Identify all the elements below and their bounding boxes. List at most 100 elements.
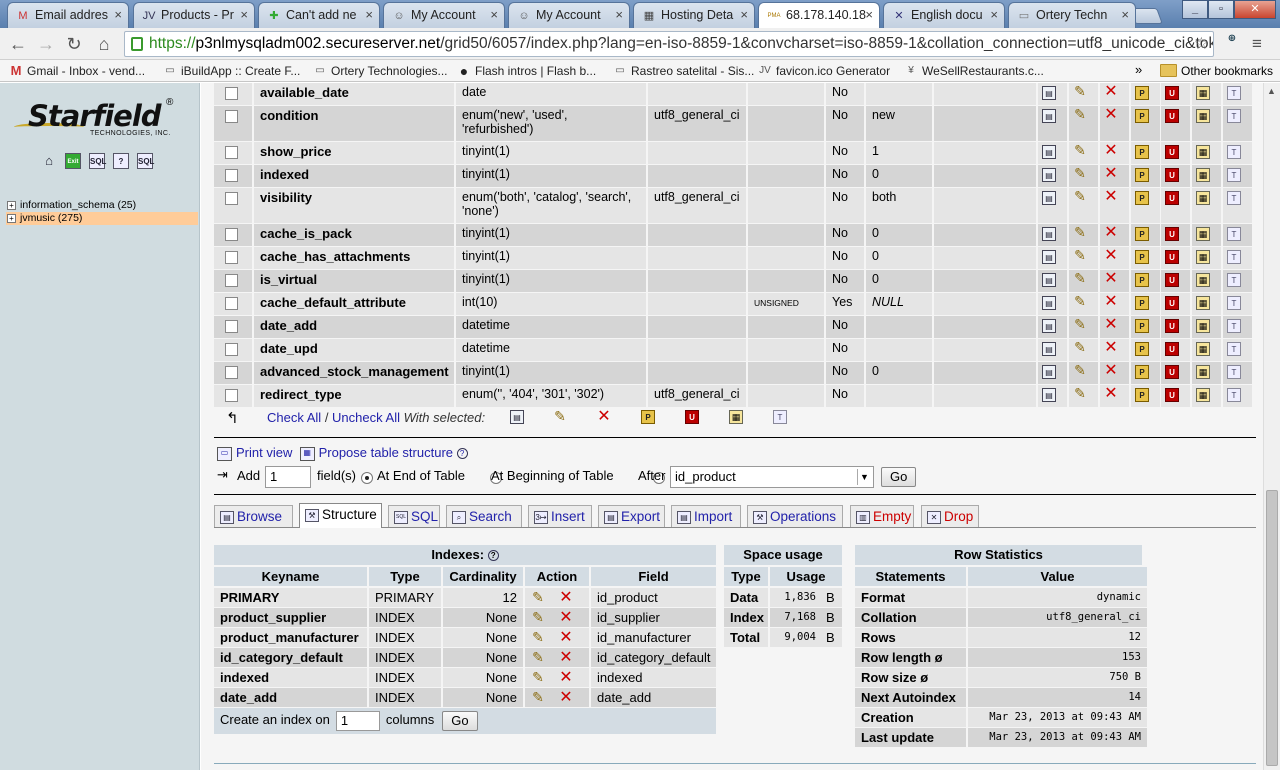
- close-icon[interactable]: ×: [365, 7, 373, 22]
- minimize-button[interactable]: _: [1182, 0, 1208, 19]
- unique-icon[interactable]: U: [1165, 296, 1179, 310]
- index-icon[interactable]: ▦: [1196, 191, 1210, 205]
- close-icon[interactable]: ×: [740, 7, 748, 22]
- fulltext-icon[interactable]: T: [1227, 168, 1241, 182]
- primary-key-icon[interactable]: P: [1135, 342, 1149, 356]
- row-checkbox[interactable]: [225, 169, 238, 182]
- browser-tab[interactable]: ☺ My Account ×: [508, 2, 630, 28]
- edit-icon[interactable]: ✎: [1073, 340, 1087, 355]
- unique-icon[interactable]: U: [1165, 250, 1179, 264]
- primary-key-icon[interactable]: P: [1135, 296, 1149, 310]
- wrench-menu-icon[interactable]: ≡: [1252, 34, 1272, 54]
- delete-icon[interactable]: ✕: [559, 690, 573, 706]
- row-checkbox[interactable]: [225, 274, 238, 287]
- scroll-up-icon[interactable]: ▲: [1267, 86, 1276, 96]
- primary-key-icon[interactable]: P: [1135, 145, 1149, 159]
- delete-icon[interactable]: ✕: [559, 610, 573, 626]
- index-icon[interactable]: ▦: [1196, 296, 1210, 310]
- create-index-go-button[interactable]: Go: [442, 710, 478, 731]
- delete-icon[interactable]: ✕: [559, 590, 573, 606]
- bookmark-item[interactable]: M Gmail - Inbox - vend...: [8, 63, 145, 79]
- browser-tab[interactable]: ✕ English docu ×: [883, 2, 1005, 28]
- close-icon[interactable]: ×: [990, 7, 998, 22]
- delete-icon[interactable]: ✕: [559, 630, 573, 646]
- tab-import[interactable]: ▤ Import: [671, 505, 741, 527]
- unique-icon[interactable]: U: [1165, 86, 1179, 100]
- close-icon[interactable]: ×: [240, 7, 248, 22]
- sql-icon[interactable]: SQL: [89, 153, 106, 169]
- tab-export[interactable]: ▤ Export: [598, 505, 665, 527]
- browse-icon[interactable]: ▤: [1042, 273, 1056, 287]
- unique-icon[interactable]: U: [1165, 365, 1179, 379]
- check-all-link[interactable]: Check All: [267, 410, 321, 425]
- browse-icon[interactable]: ▤: [1042, 388, 1056, 402]
- add-field-go-button[interactable]: Go: [881, 467, 917, 487]
- row-checkbox[interactable]: [225, 146, 238, 159]
- fulltext-icon[interactable]: T: [1227, 191, 1241, 205]
- fulltext-icon[interactable]: T: [1227, 273, 1241, 287]
- primary-key-icon[interactable]: P: [1135, 109, 1149, 123]
- uncheck-all-link[interactable]: Uncheck All: [332, 410, 400, 425]
- edit-icon[interactable]: ✎: [1073, 84, 1087, 99]
- primary-key-icon[interactable]: P: [1135, 388, 1149, 402]
- tab-structure[interactable]: ⚒ Structure: [299, 503, 382, 528]
- edit-icon[interactable]: ✎: [1073, 248, 1087, 263]
- bookmarks-more-button[interactable]: »: [1135, 62, 1142, 77]
- index-icon[interactable]: ▦: [1196, 86, 1210, 100]
- browse-icon[interactable]: ▤: [1042, 109, 1056, 123]
- fulltext-icon[interactable]: T: [1227, 319, 1241, 333]
- primary-key-icon[interactable]: P: [1135, 250, 1149, 264]
- fulltext-icon[interactable]: T: [1227, 388, 1241, 402]
- other-bookmarks-folder[interactable]: Other bookmarks: [1160, 63, 1273, 79]
- reload-button[interactable]: ↻: [62, 32, 86, 56]
- index-icon[interactable]: ▦: [1196, 365, 1210, 379]
- unique-icon[interactable]: U: [1165, 191, 1179, 205]
- tab-browse[interactable]: ▤ Browse: [214, 505, 293, 527]
- primary-key-icon[interactable]: P: [1135, 273, 1149, 287]
- browser-tab[interactable]: ✚ Can't add ne ×: [258, 2, 380, 28]
- browser-tab[interactable]: ▦ Hosting Deta ×: [633, 2, 755, 28]
- edit-icon[interactable]: ✎: [531, 650, 545, 665]
- index-icon[interactable]: ▦: [1196, 342, 1210, 356]
- browse-icon[interactable]: ▤: [1042, 86, 1056, 100]
- print-view-link[interactable]: Print view: [236, 445, 292, 460]
- primary-key-icon[interactable]: P: [1135, 319, 1149, 333]
- delete-icon[interactable]: ✕: [1104, 166, 1118, 182]
- propose-structure-link[interactable]: Propose table structure: [319, 445, 453, 460]
- browse-icon[interactable]: ▤: [1042, 319, 1056, 333]
- close-icon[interactable]: ×: [1121, 7, 1129, 22]
- database-item[interactable]: + information_schema (25): [6, 199, 198, 212]
- close-icon[interactable]: ×: [114, 7, 122, 22]
- row-checkbox[interactable]: [225, 87, 238, 100]
- primary-key-icon[interactable]: P: [1135, 227, 1149, 241]
- edit-icon[interactable]: ✎: [1073, 271, 1087, 286]
- delete-icon[interactable]: ✕: [1104, 189, 1118, 205]
- row-checkbox[interactable]: [225, 251, 238, 264]
- edit-icon[interactable]: ✎: [531, 630, 545, 645]
- vertical-scrollbar[interactable]: ▲: [1263, 83, 1280, 770]
- bookmark-item[interactable]: ▭ Ortery Technologies...: [312, 63, 447, 79]
- row-checkbox[interactable]: [225, 366, 238, 379]
- unique-icon[interactable]: U: [1165, 145, 1179, 159]
- delete-icon[interactable]: ✕: [1104, 363, 1118, 379]
- browser-tab[interactable]: PMA 68.178.140.18 ×: [758, 2, 880, 28]
- fulltext-icon[interactable]: T: [1227, 296, 1241, 310]
- index-icon[interactable]: ▦: [1196, 250, 1210, 264]
- browser-tab[interactable]: JV Products - Pr ×: [133, 2, 255, 28]
- fulltext-icon[interactable]: T: [1227, 342, 1241, 356]
- maximize-button[interactable]: ▫: [1208, 0, 1234, 19]
- row-checkbox[interactable]: [225, 228, 238, 241]
- fulltext-icon[interactable]: T: [1227, 145, 1241, 159]
- home-button[interactable]: ⌂: [92, 32, 116, 56]
- fulltext-icon[interactable]: T: [1227, 109, 1241, 123]
- delete-icon[interactable]: ✕: [1104, 294, 1118, 310]
- with-selected-index-icon[interactable]: ▦: [729, 410, 743, 424]
- delete-icon[interactable]: ✕: [1104, 84, 1118, 100]
- delete-icon[interactable]: ✕: [1104, 271, 1118, 287]
- index-icon[interactable]: ▦: [1196, 109, 1210, 123]
- unique-icon[interactable]: U: [1165, 227, 1179, 241]
- back-button[interactable]: ←: [6, 32, 30, 56]
- row-checkbox[interactable]: [225, 110, 238, 123]
- edit-icon[interactable]: ✎: [531, 670, 545, 685]
- scroll-thumb[interactable]: [1266, 490, 1278, 766]
